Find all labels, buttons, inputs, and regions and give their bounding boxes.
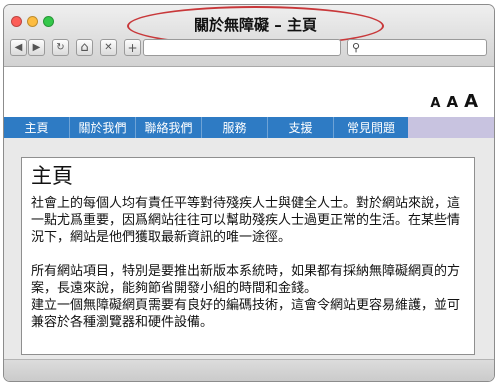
main-navigation: 主頁 關於我們 聯絡我們 服務 支援 常見問題 xyxy=(4,117,494,138)
nav-item-services[interactable]: 服務 xyxy=(202,117,268,138)
nav-item-about[interactable]: 關於我們 xyxy=(70,117,136,138)
page-heading: 主頁 xyxy=(31,164,73,188)
plus-icon: + xyxy=(127,40,138,55)
back-icon: ◀ xyxy=(14,41,23,53)
search-icon: ⚲ xyxy=(352,41,361,54)
home-icon: ⌂ xyxy=(80,40,89,55)
text-size-large-button[interactable]: A xyxy=(464,91,478,112)
address-bar[interactable] xyxy=(143,39,341,56)
content-paragraph: 所有網站項目，特別是要推出新版本系統時，如果都有採納無障礙網頁的方案，長遠來說，… xyxy=(31,264,461,296)
text-size-medium-button[interactable]: A xyxy=(446,93,458,111)
status-bar xyxy=(4,359,494,381)
content-paragraph: 社會上的每個人均有責任平等對待殘疾人士與健全人士。對於網站來說，這一點尤爲重要，… xyxy=(31,196,461,245)
nav-item-home[interactable]: 主頁 xyxy=(4,117,70,138)
back-button[interactable]: ◀ xyxy=(10,39,27,56)
page-header: A A A xyxy=(4,67,494,117)
forward-icon: ▶ xyxy=(32,41,41,53)
text-size-small-button[interactable]: A xyxy=(430,96,440,111)
title-bar: 關於無障礙 – 主頁 ◀ ▶ ↻ ⌂ ✕ + ⚲ xyxy=(4,5,494,67)
new-tab-button[interactable]: + xyxy=(124,39,141,56)
stop-button[interactable]: ✕ xyxy=(100,39,117,56)
reload-icon: ↻ xyxy=(56,41,65,53)
zoom-window-button[interactable] xyxy=(43,16,54,27)
minimize-window-button[interactable] xyxy=(27,16,38,27)
window-title: 關於無障礙 – 主頁 xyxy=(194,16,317,34)
nav-item-faq[interactable]: 常見問題 xyxy=(334,117,408,138)
content-paragraph: 建立一個無障礙網頁需要有良好的編碼技術，這會令網站更容易維護，並可兼容於各種瀏覽… xyxy=(31,298,461,330)
browser-window: 關於無障礙 – 主頁 ◀ ▶ ↻ ⌂ ✕ + ⚲ A A A 主頁 關於我們 聯… xyxy=(3,4,495,382)
close-window-button[interactable] xyxy=(11,16,22,27)
web-page: A A A 主頁 關於我們 聯絡我們 服務 支援 常見問題 主頁 社會上的每個人… xyxy=(4,67,494,381)
nav-item-support[interactable]: 支援 xyxy=(268,117,334,138)
forward-button[interactable]: ▶ xyxy=(28,39,45,56)
content-panel: 主頁 社會上的每個人均有責任平等對待殘疾人士與健全人士。對於網站來說，這一點尤爲… xyxy=(21,157,475,355)
close-icon: ✕ xyxy=(104,41,113,53)
reload-button[interactable]: ↻ xyxy=(52,39,69,56)
window-controls xyxy=(11,16,54,27)
nav-item-contact[interactable]: 聯絡我們 xyxy=(136,117,202,138)
text-size-controls: A A A xyxy=(430,91,478,112)
search-field[interactable]: ⚲ xyxy=(347,39,487,56)
home-button[interactable]: ⌂ xyxy=(76,39,93,56)
